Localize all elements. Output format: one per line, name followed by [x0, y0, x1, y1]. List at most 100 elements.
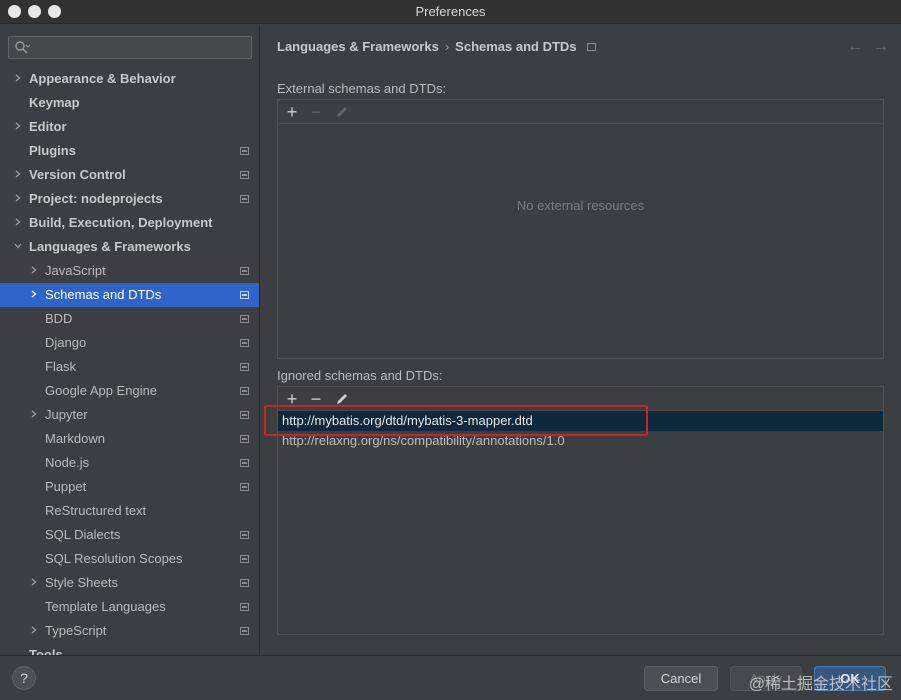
project-level-icon: [240, 267, 249, 275]
add-ignored-icon[interactable]: +: [282, 389, 302, 409]
external-schemas-panel: + − No external resources: [277, 99, 884, 359]
sidebar-item-build-execution-deployment[interactable]: Build, Execution, Deployment: [0, 211, 259, 235]
sidebar-item-label: Editor: [29, 119, 67, 134]
sidebar-item-sql-resolution-scopes[interactable]: SQL Resolution Scopes: [0, 547, 259, 571]
sidebar-item-label: Style Sheets: [45, 575, 118, 590]
remove-ignored-icon[interactable]: −: [306, 389, 326, 409]
project-level-icon: [240, 339, 249, 347]
settings-content: Languages & Frameworks › Schemas and DTDs …: [261, 25, 901, 655]
sidebar-item-label: ReStructured text: [45, 503, 147, 518]
ignored-schemas-panel: + − http://mybatis.org/dtd/mybatis-3-map…: [277, 386, 884, 635]
ignored-list: http://mybatis.org/dtd/mybatis-3-mapper.…: [278, 411, 883, 451]
sidebar-item-label: Google App Engine: [45, 383, 158, 398]
sidebar-item-label: Version Control: [29, 167, 126, 182]
sidebar-item-jupyter[interactable]: Jupyter: [0, 403, 259, 427]
sidebar-item-label: Markdown: [45, 431, 105, 446]
sidebar-item-version-control[interactable]: Version Control: [0, 163, 259, 187]
breadcrumb-separator-icon: ›: [444, 39, 450, 54]
sidebar-item-keymap[interactable]: Keymap: [0, 91, 259, 115]
sidebar-item-django[interactable]: Django: [0, 331, 259, 355]
settings-sidebar: Appearance & Behavior Keymap Editor Plugins…: [0, 25, 260, 655]
ignored-row[interactable]: http://mybatis.org/dtd/mybatis-3-mapper.…: [278, 411, 883, 431]
sidebar-item-project-nodeprojects[interactable]: Project: nodeprojects: [0, 187, 259, 211]
chevron-right-icon[interactable]: [30, 410, 38, 418]
sidebar-item-label: Appearance & Behavior: [29, 71, 176, 86]
project-level-icon: [240, 627, 249, 635]
sidebar-item-google-app-engine[interactable]: Google App Engine: [0, 379, 259, 403]
cancel-button[interactable]: Cancel: [644, 666, 718, 691]
project-level-icon: [240, 459, 249, 467]
sidebar-item-bdd[interactable]: BDD: [0, 307, 259, 331]
sidebar-item-node-js[interactable]: Node.js: [0, 451, 259, 475]
project-level-icon: [240, 291, 249, 299]
sidebar-item-template-languages[interactable]: Template Languages: [0, 595, 259, 619]
breadcrumb-parent[interactable]: Languages & Frameworks: [277, 39, 439, 54]
chevron-right-icon[interactable]: [14, 122, 22, 130]
sidebar-item-sql-dialects[interactable]: SQL Dialects: [0, 523, 259, 547]
empty-state-text: No external resources: [516, 198, 645, 213]
sidebar-item-javascript[interactable]: JavaScript: [0, 259, 259, 283]
chevron-right-icon[interactable]: [14, 170, 22, 178]
sidebar-item-label: SQL Dialects: [45, 527, 121, 542]
sidebar-item-label: JavaScript: [45, 263, 106, 278]
chevron-right-icon[interactable]: [30, 626, 38, 634]
sidebar-item-plugins[interactable]: Plugins: [0, 139, 259, 163]
sidebar-item-schemas-and-dtds[interactable]: Schemas and DTDs: [0, 283, 259, 307]
dialog-footer: ? Cancel Apply OK @稀土掘金技术社区: [0, 655, 901, 700]
sidebar-item-label: Jupyter: [45, 407, 88, 422]
project-level-icon: [240, 483, 249, 491]
external-list[interactable]: No external resources: [278, 124, 883, 358]
project-level-icon: [240, 411, 249, 419]
remove-external-icon[interactable]: −: [306, 102, 326, 122]
sidebar-item-puppet[interactable]: Puppet: [0, 475, 259, 499]
chevron-right-icon[interactable]: [14, 194, 22, 202]
sidebar-item-style-sheets[interactable]: Style Sheets: [0, 571, 259, 595]
help-button[interactable]: ?: [12, 666, 36, 690]
sidebar-item-label: Languages & Frameworks: [29, 239, 191, 254]
sidebar-item-typescript[interactable]: TypeScript: [0, 619, 259, 643]
project-level-icon: [240, 579, 249, 587]
chevron-right-icon[interactable]: [14, 218, 22, 226]
ignored-schemas-label: Ignored schemas and DTDs:: [277, 368, 443, 383]
edit-external-icon[interactable]: [332, 102, 352, 122]
window-title: Preferences: [415, 4, 486, 19]
breadcrumb-current: Schemas and DTDs: [455, 39, 577, 54]
ignored-row[interactable]: http://relaxng.org/ns/compatibility/anno…: [278, 431, 883, 451]
edit-ignored-icon[interactable]: [332, 389, 352, 409]
sidebar-item-flask[interactable]: Flask: [0, 355, 259, 379]
sidebar-item-label: Build, Execution, Deployment: [29, 215, 213, 230]
sidebar-item-label: SQL Resolution Scopes: [45, 551, 183, 566]
breadcrumb: Languages & Frameworks › Schemas and DTDs: [277, 39, 596, 54]
sidebar-item-restructured-text[interactable]: ReStructured text: [0, 499, 259, 523]
add-external-icon[interactable]: +: [282, 102, 302, 122]
chevron-right-icon[interactable]: [14, 74, 22, 82]
sidebar-item-editor[interactable]: Editor: [0, 115, 259, 139]
sidebar-item-appearance-behavior[interactable]: Appearance & Behavior: [0, 67, 259, 91]
navigation-arrows: ← →: [837, 38, 889, 56]
search-input[interactable]: [8, 36, 252, 59]
sidebar-item-label: Project: nodeprojects: [29, 191, 163, 206]
sidebar-item-label: TypeScript: [45, 623, 107, 638]
back-arrow-icon[interactable]: ←: [847, 38, 863, 55]
sidebar-item-label: Puppet: [45, 479, 87, 494]
search-icon: [15, 41, 30, 54]
project-level-icon: [240, 171, 249, 179]
sidebar-item-markdown[interactable]: Markdown: [0, 427, 259, 451]
ignored-toolbar: + −: [278, 387, 883, 411]
sidebar-item-label: Flask: [45, 359, 77, 374]
chevron-right-icon[interactable]: [30, 290, 38, 298]
sidebar-item-tools-partial[interactable]: Tools: [29, 647, 63, 655]
chevron-right-icon[interactable]: [30, 266, 38, 274]
settings-tree: Appearance & Behavior Keymap Editor Plugins…: [0, 67, 259, 643]
chevron-right-icon[interactable]: [30, 578, 38, 586]
sidebar-item-languages-frameworks[interactable]: Languages & Frameworks: [0, 235, 259, 259]
chevron-down-icon[interactable]: [14, 242, 22, 250]
project-level-icon: [240, 555, 249, 563]
external-schemas-label: External schemas and DTDs:: [277, 81, 447, 96]
sidebar-item-label: Node.js: [45, 455, 90, 470]
sidebar-item-label: BDD: [45, 311, 73, 326]
forward-arrow-icon[interactable]: →: [873, 38, 889, 55]
project-level-icon: [240, 195, 249, 203]
project-level-icon: [240, 363, 249, 371]
external-toolbar: + −: [278, 100, 883, 124]
